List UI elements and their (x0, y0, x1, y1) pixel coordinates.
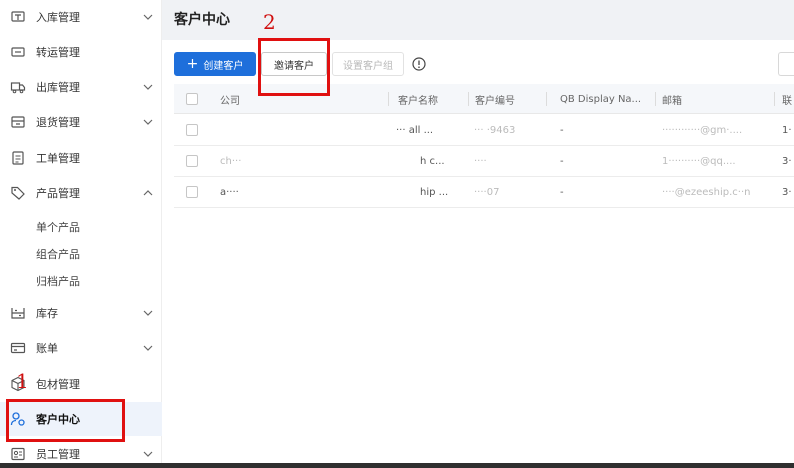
work-order-icon (10, 150, 26, 166)
cell-contact: 3· (782, 155, 792, 167)
sidebar-subitem-label: 归档产品 (36, 275, 80, 288)
chevron-down-icon (143, 14, 153, 20)
column-divider (546, 92, 547, 106)
sidebar-item-label: 产品管理 (36, 187, 80, 200)
select-all-checkbox[interactable] (186, 93, 198, 105)
cell-email: 1··········@qq.... (662, 155, 736, 167)
cell-customer-code: ···· (474, 155, 487, 167)
chevron-down-icon (143, 451, 153, 457)
cell-qb-display-name: - (560, 124, 564, 136)
annotation-number-2: 2 (263, 10, 276, 34)
cell-contact: 3· (782, 186, 792, 198)
sidebar-item-label: 账单 (36, 342, 58, 355)
sidebar-item-transfer[interactable]: 转运管理 (0, 35, 162, 69)
table-row[interactable]: ch··· h c... ···· - 1··········@qq.... 3… (174, 146, 794, 177)
column-header-email[interactable]: 邮箱 (662, 84, 682, 114)
sidebar-subitem-label: 组合产品 (36, 248, 80, 261)
sidebar-item-bills[interactable]: 账单 (0, 331, 162, 365)
chevron-up-icon (143, 190, 153, 196)
cell-qb-display-name: - (560, 186, 564, 198)
inbound-icon (10, 9, 26, 25)
outbound-truck-icon (10, 79, 26, 95)
column-header-contact[interactable]: 联 (782, 84, 792, 114)
sidebar-item-label: 转运管理 (36, 46, 80, 59)
cell-customer-name: h c... (420, 155, 445, 167)
chevron-down-icon (143, 84, 153, 90)
column-header-customer-code[interactable]: 客户编号 (475, 84, 515, 114)
sidebar-item-label: 退货管理 (36, 116, 80, 129)
bottom-edge-bar (0, 463, 794, 468)
cell-customer-name: ··· all ... (396, 124, 434, 136)
transfer-icon (10, 44, 26, 60)
cell-contact: 1· (782, 124, 792, 136)
chevron-down-icon (143, 119, 153, 125)
toolbar-right-button[interactable] (778, 52, 794, 76)
chevron-down-icon (143, 345, 153, 351)
content-panel: + 创建客户 邀请客户 设置客户组 公司 客户名称 客户编号 QB Displa… (162, 40, 794, 468)
app-window: 入库管理 转运管理 出库管理 退货管理 工单管理 产品管理 单个产品 组合产品 … (0, 0, 794, 468)
annotation-highlight-2 (258, 38, 330, 96)
row-checkbox[interactable] (186, 186, 198, 198)
sidebar: 入库管理 转运管理 出库管理 退货管理 工单管理 产品管理 单个产品 组合产品 … (0, 0, 162, 468)
sidebar-subitem-bundle-product[interactable]: 组合产品 (0, 241, 162, 267)
create-customer-button[interactable]: + 创建客户 (174, 52, 256, 76)
staff-icon (10, 446, 26, 462)
sidebar-item-returns[interactable]: 退货管理 (0, 105, 162, 139)
column-divider (774, 92, 775, 106)
sidebar-subitem-single-product[interactable]: 单个产品 (0, 214, 162, 240)
sidebar-item-label: 员工管理 (36, 448, 80, 461)
set-customer-group-button[interactable]: 设置客户组 (332, 52, 404, 76)
page-title: 客户中心 (174, 12, 230, 28)
inventory-icon (10, 305, 26, 321)
column-header-company[interactable]: 公司 (220, 84, 240, 114)
tag-icon (10, 185, 26, 201)
annotation-number-1: 1 (16, 369, 29, 393)
column-header-qb-display-name[interactable]: QB Display Na... (560, 84, 652, 114)
sidebar-item-work-orders[interactable]: 工单管理 (0, 141, 162, 175)
cell-customer-code: ··· ·9463 (474, 124, 516, 136)
table-row[interactable]: a···· hip ... ····07 - ····@ezeeship.c··… (174, 177, 794, 208)
table-row[interactable]: ··· all ... ··· ·9463 - ············@gm·… (174, 115, 794, 146)
column-divider (388, 92, 389, 106)
info-icon[interactable] (412, 57, 426, 71)
column-divider (655, 92, 656, 106)
sidebar-item-label: 包材管理 (36, 378, 80, 391)
row-checkbox[interactable] (186, 124, 198, 136)
chevron-down-icon (143, 310, 153, 316)
main-content: 客户中心 + 创建客户 邀请客户 设置客户组 公司 客户名称 客户编号 QB D… (162, 0, 794, 468)
create-customer-label: 创建客户 (203, 60, 244, 72)
sidebar-subitem-label: 单个产品 (36, 221, 80, 234)
sidebar-item-label: 入库管理 (36, 11, 80, 24)
sidebar-item-outbound[interactable]: 出库管理 (0, 70, 162, 104)
cell-customer-name: hip ... (420, 186, 449, 198)
bill-icon (10, 340, 26, 356)
sidebar-item-inventory[interactable]: 库存 (0, 296, 162, 330)
cell-email: ············@gm·.... (662, 124, 743, 136)
sidebar-item-inbound[interactable]: 入库管理 (0, 0, 162, 34)
row-checkbox[interactable] (186, 155, 198, 167)
cell-qb-display-name: - (560, 155, 564, 167)
sidebar-item-label: 库存 (36, 307, 58, 320)
column-divider (468, 92, 469, 106)
sidebar-item-products[interactable]: 产品管理 (0, 176, 162, 210)
sidebar-subitem-archived-product[interactable]: 归档产品 (0, 268, 162, 294)
cell-email: ····@ezeeship.c··n (662, 186, 751, 198)
set-customer-group-label: 设置客户组 (343, 60, 393, 72)
cell-company: ch··· (220, 155, 242, 167)
plus-icon: + (186, 56, 199, 72)
returns-icon (10, 114, 26, 130)
sidebar-item-label: 工单管理 (36, 152, 80, 165)
cell-company: a···· (220, 186, 239, 198)
annotation-highlight-1 (6, 399, 125, 442)
cell-customer-code: ····07 (474, 186, 500, 198)
column-header-customer-name[interactable]: 客户名称 (398, 84, 438, 114)
sidebar-item-label: 出库管理 (36, 81, 80, 94)
